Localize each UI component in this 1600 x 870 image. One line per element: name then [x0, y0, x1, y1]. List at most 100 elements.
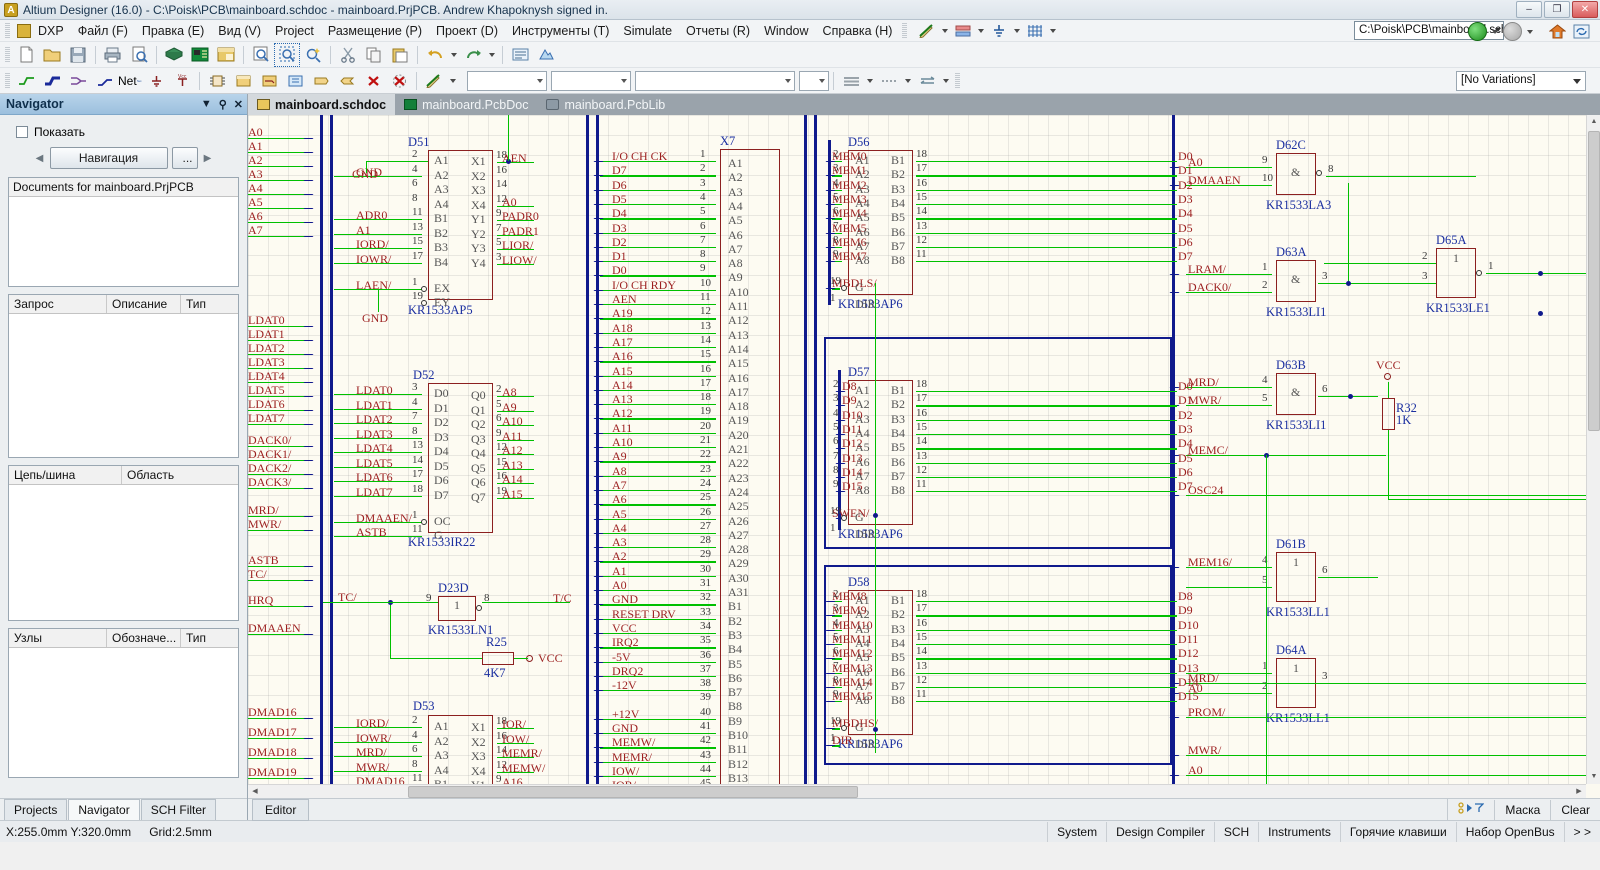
- bus-entry[interactable]: [304, 480, 322, 489]
- bus-middle-1[interactable]: [586, 115, 589, 784]
- chevron-down-icon[interactable]: [451, 53, 457, 57]
- line-weight-icon[interactable]: [839, 70, 863, 92]
- wire[interactable]: [334, 438, 422, 439]
- util-toolbar-grip[interactable]: [902, 23, 907, 39]
- bus-net-wire[interactable]: [248, 758, 310, 759]
- net-label[interactable]: D0: [1178, 149, 1193, 164]
- wire[interactable]: [916, 644, 1177, 645]
- wire[interactable]: [334, 219, 422, 220]
- chevron-down-icon[interactable]: [489, 53, 495, 57]
- bus-right-1[interactable]: [804, 115, 807, 784]
- wire[interactable]: [600, 476, 716, 477]
- bus-entry[interactable]: [304, 388, 322, 397]
- panel-tab-sch-filter[interactable]: SCH Filter: [141, 799, 216, 820]
- net-label-gnd[interactable]: GND: [352, 167, 378, 182]
- wire[interactable]: [1318, 283, 1436, 284]
- net-label[interactable]: A1: [356, 223, 371, 238]
- bus-entry[interactable]: [304, 416, 322, 425]
- wire[interactable]: [600, 361, 716, 362]
- wire[interactable]: [600, 490, 716, 491]
- wire[interactable]: [916, 673, 1177, 674]
- wire[interactable]: [916, 204, 1177, 205]
- wire[interactable]: [600, 519, 716, 520]
- bus-net-wire[interactable]: [248, 738, 310, 739]
- doc-tab-pcblib[interactable]: mainboard.PcbLib: [537, 94, 674, 115]
- wire[interactable]: [1186, 455, 1386, 456]
- bus-entry[interactable]: [304, 710, 322, 719]
- wire[interactable]: [600, 461, 716, 462]
- bus-entry[interactable]: [304, 626, 322, 635]
- bus-net-wire[interactable]: [248, 236, 310, 237]
- utilities-grid-icon[interactable]: [1024, 21, 1046, 41]
- bus-entry[interactable]: [304, 346, 322, 355]
- wire[interactable]: [916, 391, 1177, 392]
- status-panel-sch[interactable]: SCH: [1214, 822, 1258, 842]
- vertical-scroll-thumb[interactable]: [1588, 131, 1600, 431]
- cut-icon[interactable]: [336, 44, 360, 66]
- bus-entry[interactable]: [304, 360, 322, 369]
- wire[interactable]: [334, 263, 422, 264]
- designator-D56[interactable]: D56: [848, 135, 870, 150]
- net-label[interactable]: MWR/: [356, 760, 389, 775]
- wire[interactable]: [916, 247, 1177, 248]
- bus-entry[interactable]: [304, 332, 322, 341]
- wire-tc-r25[interactable]: [390, 658, 482, 659]
- port-icon[interactable]: [309, 70, 333, 92]
- wire[interactable]: [916, 601, 1177, 602]
- bus-entry[interactable]: [304, 228, 322, 237]
- wire[interactable]: [875, 283, 876, 753]
- wire[interactable]: [1388, 382, 1389, 398]
- chevron-down-icon[interactable]: [621, 79, 627, 83]
- wire[interactable]: [600, 275, 716, 276]
- net-label[interactable]: DMAD16: [356, 774, 405, 784]
- wire[interactable]: [600, 261, 716, 262]
- wire[interactable]: [366, 161, 428, 162]
- bus-entry[interactable]: [304, 522, 322, 531]
- wire[interactable]: [916, 190, 1177, 191]
- zoom-area-icon[interactable]: [275, 44, 299, 66]
- net-label[interactable]: ADR0: [356, 208, 387, 223]
- bus-entry[interactable]: [304, 750, 322, 759]
- bus-entry[interactable]: [304, 730, 322, 739]
- net-label[interactable]: PADR1: [502, 224, 539, 239]
- no-erc-compile-mask-icon[interactable]: [387, 70, 411, 92]
- net-label[interactable]: D3: [1178, 192, 1193, 207]
- bus-entry[interactable]: [304, 200, 322, 209]
- wire[interactable]: [600, 318, 716, 319]
- net-label[interactable]: LDAT1: [356, 398, 393, 413]
- status-panel-hotkeys[interactable]: Горячие клавиши: [1340, 822, 1456, 842]
- chevron-down-icon[interactable]: [1527, 30, 1533, 34]
- wire[interactable]: [1186, 683, 1586, 684]
- wire[interactable]: [916, 261, 1177, 262]
- wire[interactable]: [916, 420, 1177, 421]
- status-panel-design-compiler[interactable]: Design Compiler: [1106, 822, 1214, 842]
- wire[interactable]: [508, 115, 509, 161]
- paste-icon[interactable]: [388, 44, 412, 66]
- wire[interactable]: [1486, 273, 1586, 274]
- net-label[interactable]: D11: [1178, 632, 1198, 647]
- chevron-down-icon[interactable]: [450, 79, 456, 83]
- wire[interactable]: [916, 615, 1177, 616]
- status-panel-openbus[interactable]: Набор OpenBus: [1456, 822, 1564, 842]
- bus-entry[interactable]: [304, 144, 322, 153]
- menu-design[interactable]: Проект (D): [429, 22, 505, 40]
- wire-tc-drop[interactable]: [390, 602, 391, 659]
- net-label[interactable]: D14: [1178, 675, 1199, 690]
- dxp-icon[interactable]: [17, 24, 31, 38]
- wire[interactable]: [916, 448, 1177, 449]
- wire[interactable]: [600, 247, 716, 248]
- wire[interactable]: [916, 477, 1177, 478]
- clear-button[interactable]: Clear: [1550, 800, 1600, 820]
- wire[interactable]: [600, 347, 716, 348]
- net-label[interactable]: LDAT0: [356, 383, 393, 398]
- net-label[interactable]: D2: [1178, 178, 1193, 193]
- wire[interactable]: [1186, 775, 1586, 776]
- net-label[interactable]: LDAT3: [356, 427, 393, 442]
- sheet-entry-icon[interactable]: [257, 70, 281, 92]
- net-label[interactable]: D1: [1178, 393, 1193, 408]
- library-icon[interactable]: [214, 44, 238, 66]
- chevron-down-icon[interactable]: [905, 79, 911, 83]
- wire[interactable]: [916, 405, 1177, 406]
- net-label[interactable]: LIOR/: [502, 238, 533, 253]
- menu-project[interactable]: Project: [268, 22, 321, 40]
